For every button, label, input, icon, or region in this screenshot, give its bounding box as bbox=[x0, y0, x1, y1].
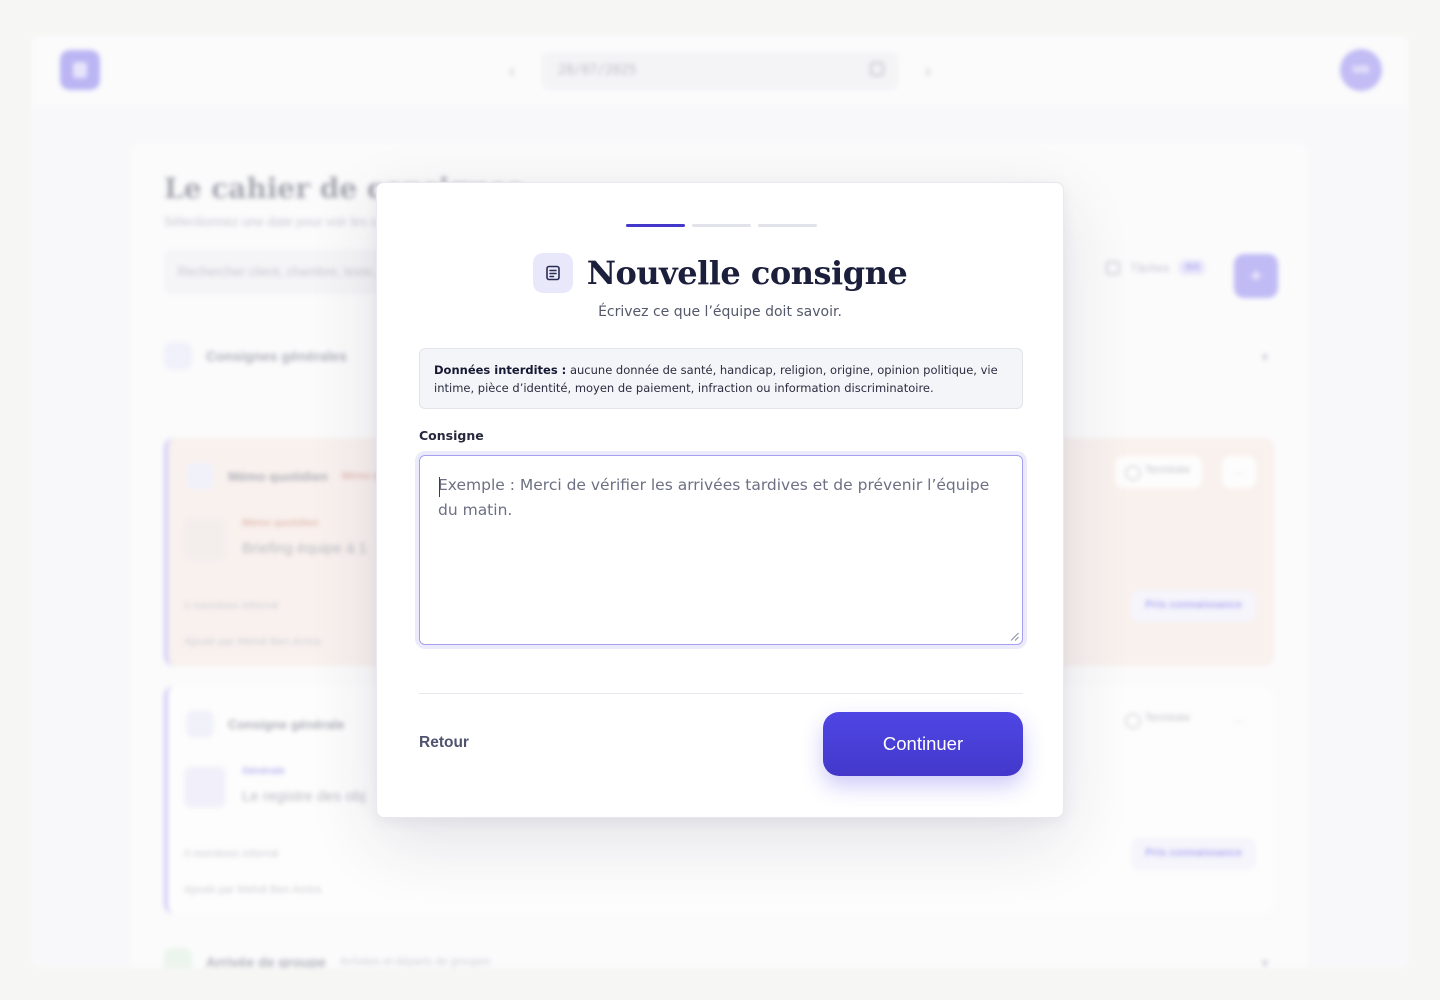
text-cursor bbox=[439, 477, 440, 497]
new-consigne-dialog: Nouvelle consigne Écrivez ce que l’équip… bbox=[376, 182, 1064, 818]
consigne-field-label: Consigne bbox=[419, 428, 484, 443]
back-button[interactable]: Retour bbox=[419, 734, 469, 752]
dialog-heading: Nouvelle consigne bbox=[377, 253, 1063, 293]
dialog-title: Nouvelle consigne bbox=[586, 254, 908, 292]
consigne-textarea[interactable] bbox=[420, 456, 1022, 644]
step-indicator-2 bbox=[692, 224, 751, 227]
notice-heading: Données interdites : bbox=[434, 363, 567, 377]
step-indicator-3 bbox=[758, 224, 817, 227]
step-indicator-1 bbox=[626, 224, 685, 227]
document-icon bbox=[532, 253, 573, 293]
forbidden-data-notice: Données interdites : aucune donnée de sa… bbox=[419, 348, 1023, 409]
dialog-subtitle: Écrivez ce que l’équipe doit savoir. bbox=[598, 304, 842, 320]
footer-divider bbox=[419, 693, 1023, 694]
consigne-field bbox=[419, 455, 1023, 645]
resize-handle-icon[interactable] bbox=[1010, 632, 1019, 641]
step-progress bbox=[626, 224, 817, 227]
continue-button[interactable]: Continuer bbox=[823, 712, 1023, 776]
